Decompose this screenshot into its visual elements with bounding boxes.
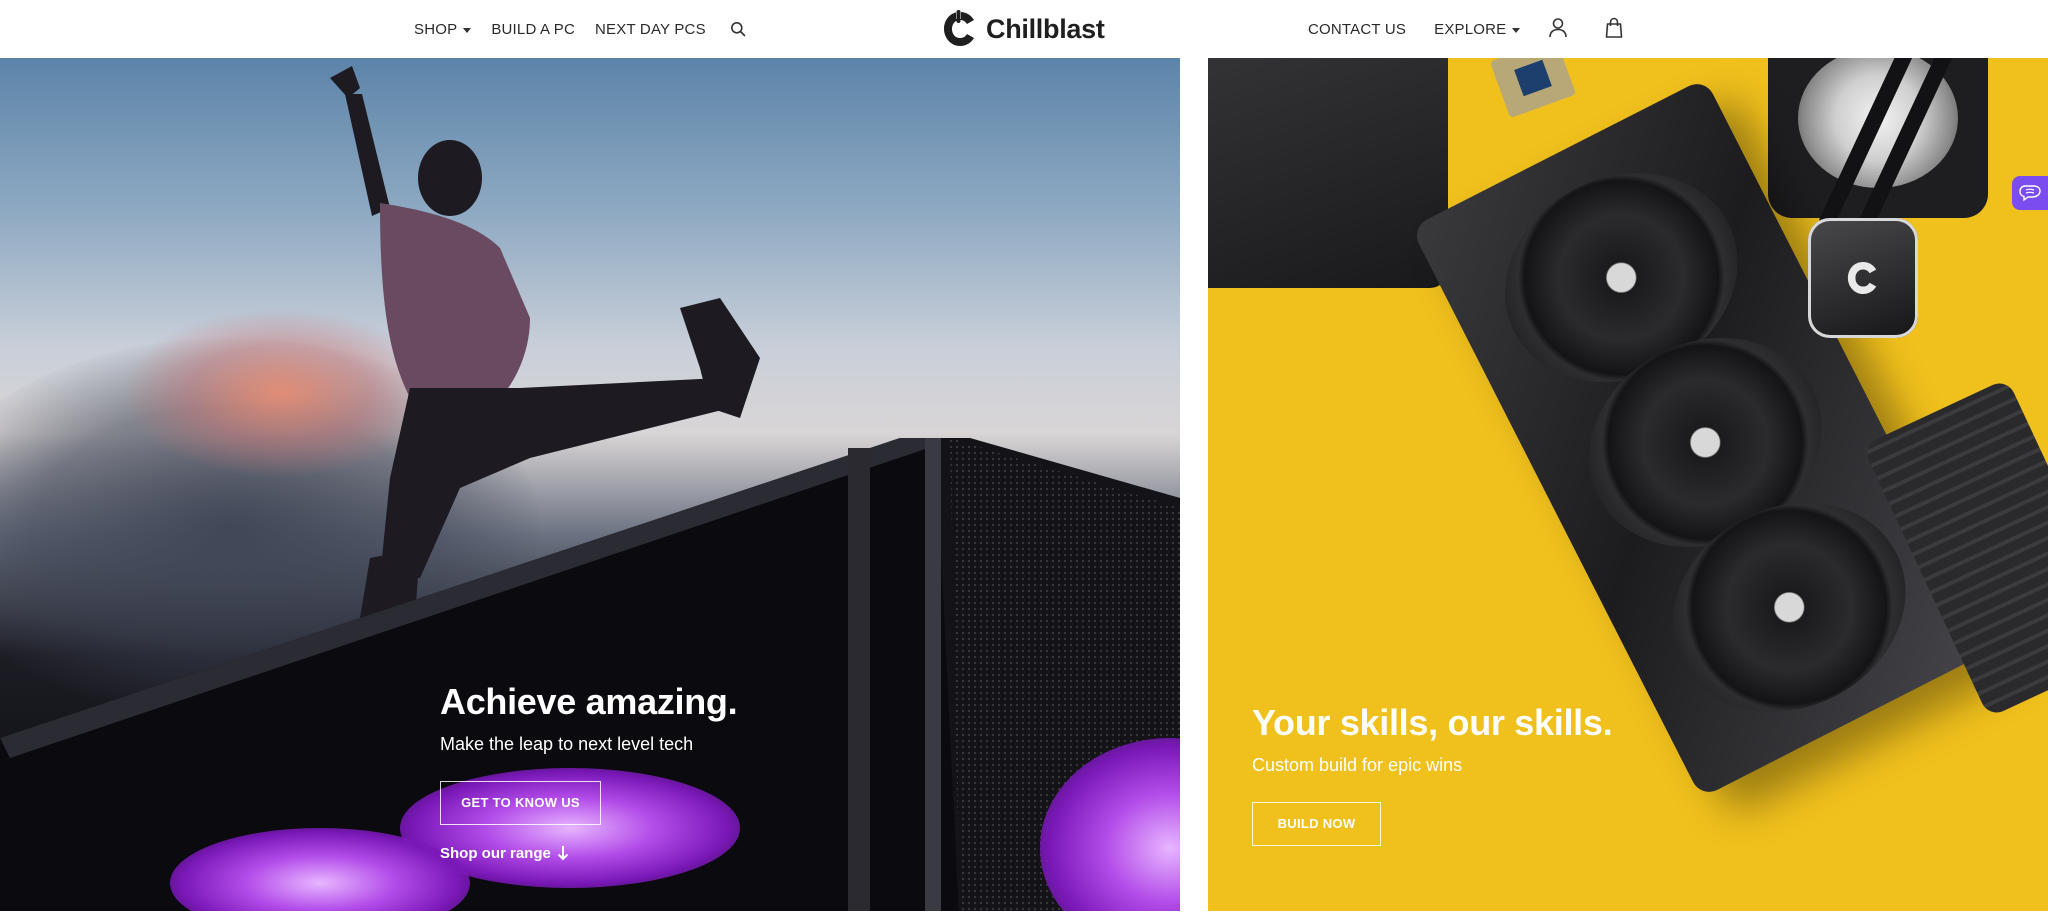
chevron-down-icon	[463, 27, 472, 33]
account-button[interactable]	[1546, 16, 1570, 40]
basket-button[interactable]	[1602, 16, 1626, 40]
nav-contact-us-label: CONTACT US	[1308, 20, 1407, 38]
search-button[interactable]	[726, 17, 750, 41]
aio-cooler-pump-image	[1808, 218, 1918, 338]
logo-wordmark: Chillblast	[986, 13, 1105, 44]
chillblast-c-icon	[1847, 261, 1877, 295]
accessibility-widget-button[interactable]	[2012, 176, 2048, 210]
hero-panel-your-skills[interactable]: Your skills, our skills. Custom build fo…	[1208, 58, 2048, 911]
nav-next-day-pcs-label: NEXT DAY PCS	[595, 20, 706, 38]
hero-headline: Your skills, our skills.	[1252, 702, 1613, 743]
build-now-button[interactable]: BUILD NOW	[1252, 801, 1381, 846]
cpu-chip-image	[1489, 58, 1577, 119]
pc-case-corner-image	[1208, 58, 1448, 288]
nav-shop-label: SHOP	[414, 20, 458, 38]
nav-build-a-pc-label: BUILD A PC	[491, 20, 576, 38]
nav-contact-us[interactable]: CONTACT US	[1308, 21, 1406, 38]
chevron-down-icon	[1512, 27, 1521, 33]
site-logo[interactable]: Chillblast	[942, 8, 1105, 50]
accessibility-brain-icon	[2019, 185, 2041, 202]
nav-build-a-pc[interactable]: BUILD A PC	[491, 21, 575, 38]
nav-explore-label: EXPLORE	[1434, 20, 1507, 38]
shop-our-range-link[interactable]: Shop our range	[440, 845, 737, 862]
shopping-bag-icon	[1605, 17, 1623, 38]
primary-nav-right: CONTACT US EXPLORE	[1308, 0, 1521, 58]
hero-headline: Achieve amazing.	[440, 681, 738, 722]
search-icon	[730, 22, 746, 37]
nav-next-day-pcs[interactable]: NEXT DAY PCS	[595, 21, 706, 38]
site-header: SHOP BUILD A PC NEXT DAY PCS Chillblast …	[0, 0, 2048, 58]
nav-shop[interactable]: SHOP	[414, 20, 472, 38]
hero-subline: Custom build for epic wins	[1252, 754, 1463, 775]
get-to-know-us-button[interactable]: GET TO KNOW US	[440, 780, 601, 825]
hero-subline: Make the leap to next level tech	[440, 733, 694, 754]
hero-copy-achieve: Achieve amazing. Make the leap to next l…	[440, 681, 738, 862]
hero-panel-achieve[interactable]: Achieve amazing. Make the leap to next l…	[0, 58, 1180, 911]
header-actions	[1546, 16, 1626, 40]
arrow-down-icon	[557, 846, 569, 861]
nav-explore[interactable]: EXPLORE	[1434, 20, 1521, 38]
user-icon	[1549, 18, 1567, 38]
hero-copy-your-skills: Your skills, our skills. Custom build fo…	[1252, 702, 1613, 846]
primary-nav-left: SHOP BUILD A PC NEXT DAY PCS	[414, 0, 750, 58]
chillblast-c-icon	[944, 10, 974, 46]
shop-our-range-label: Shop our range	[440, 844, 551, 862]
